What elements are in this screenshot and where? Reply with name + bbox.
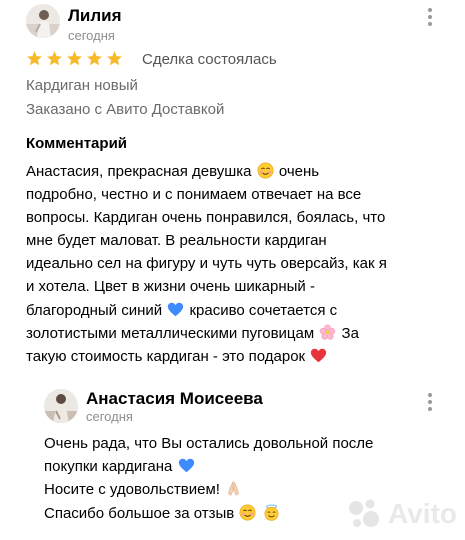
delivery-info: Заказано с Авито Доставкой bbox=[26, 101, 225, 118]
item-title[interactable]: Кардиган новый bbox=[26, 76, 138, 95]
comment-line: Анастасия, прекрасная девушка bbox=[26, 163, 252, 180]
star-icon bbox=[67, 51, 82, 66]
comment-line: За bbox=[341, 324, 359, 342]
comment-line: благородный синий bbox=[26, 301, 163, 319]
rating-stars bbox=[26, 50, 123, 68]
comment-line: вопросы. Кардиган очень понравился, боял… bbox=[26, 209, 386, 227]
comment-line: такую стоимость кардиган - это подарок bbox=[26, 347, 306, 365]
star-icon bbox=[27, 51, 42, 66]
reply-line: Носите с удовольствием! bbox=[44, 481, 220, 499]
comment-line: и хотела. Цвет в жизни очень шикарный - bbox=[26, 278, 315, 296]
reply-line: Очень рада, что Вы остались довольной по… bbox=[44, 435, 374, 452]
star-icon bbox=[47, 51, 62, 66]
kebab-menu-icon[interactable] bbox=[422, 5, 438, 29]
halo-face-icon bbox=[263, 504, 280, 521]
smiling-face-icon bbox=[239, 504, 256, 521]
star-icon bbox=[87, 51, 102, 66]
comment-text: Анастасия, прекрасная девушка очень подр… bbox=[26, 160, 456, 368]
star-icon bbox=[107, 51, 122, 66]
folded-hands-icon bbox=[225, 480, 242, 497]
kebab-menu-icon[interactable] bbox=[422, 390, 438, 414]
comment-heading: Комментарий bbox=[26, 135, 128, 152]
comment-line: мне будет маловат. В реальности кардиган bbox=[26, 232, 327, 250]
reply-line: покупки кардигана bbox=[44, 458, 173, 476]
watermark-text: Avito bbox=[388, 498, 457, 529]
comment-line: красиво сочетается с bbox=[189, 301, 338, 319]
deal-status: Сделка состоялась bbox=[142, 51, 277, 68]
blue-heart-icon bbox=[178, 457, 195, 474]
avito-watermark: Avito bbox=[346, 496, 457, 532]
comment-line: очень bbox=[278, 163, 320, 180]
avito-logo-icon bbox=[349, 499, 380, 527]
reply-date: сегодня bbox=[86, 409, 133, 424]
review-card: Лилия сегодня Сделка состоялась Кардиган… bbox=[0, 0, 465, 540]
comment-line: золотистыми металлическими пуговицам bbox=[26, 324, 315, 342]
reply-line: Спасибо большое за отзыв bbox=[44, 504, 235, 522]
seller-avatar[interactable] bbox=[44, 389, 78, 423]
seller-name[interactable]: Анастасия Моисеева bbox=[86, 389, 263, 409]
comment-line: подробно, честно и с понимаем отвечает н… bbox=[26, 186, 362, 204]
blue-heart-icon bbox=[167, 301, 184, 318]
smiling-face-icon bbox=[257, 162, 274, 179]
review-date: сегодня bbox=[68, 28, 115, 43]
comment-line: идеально сел на фигуру и чуть чуть оверс… bbox=[26, 255, 387, 273]
red-heart-icon bbox=[310, 347, 327, 364]
reviewer-name[interactable]: Лилия bbox=[68, 6, 122, 26]
reviewer-avatar[interactable] bbox=[26, 4, 60, 38]
cherry-blossom-icon bbox=[319, 324, 336, 341]
